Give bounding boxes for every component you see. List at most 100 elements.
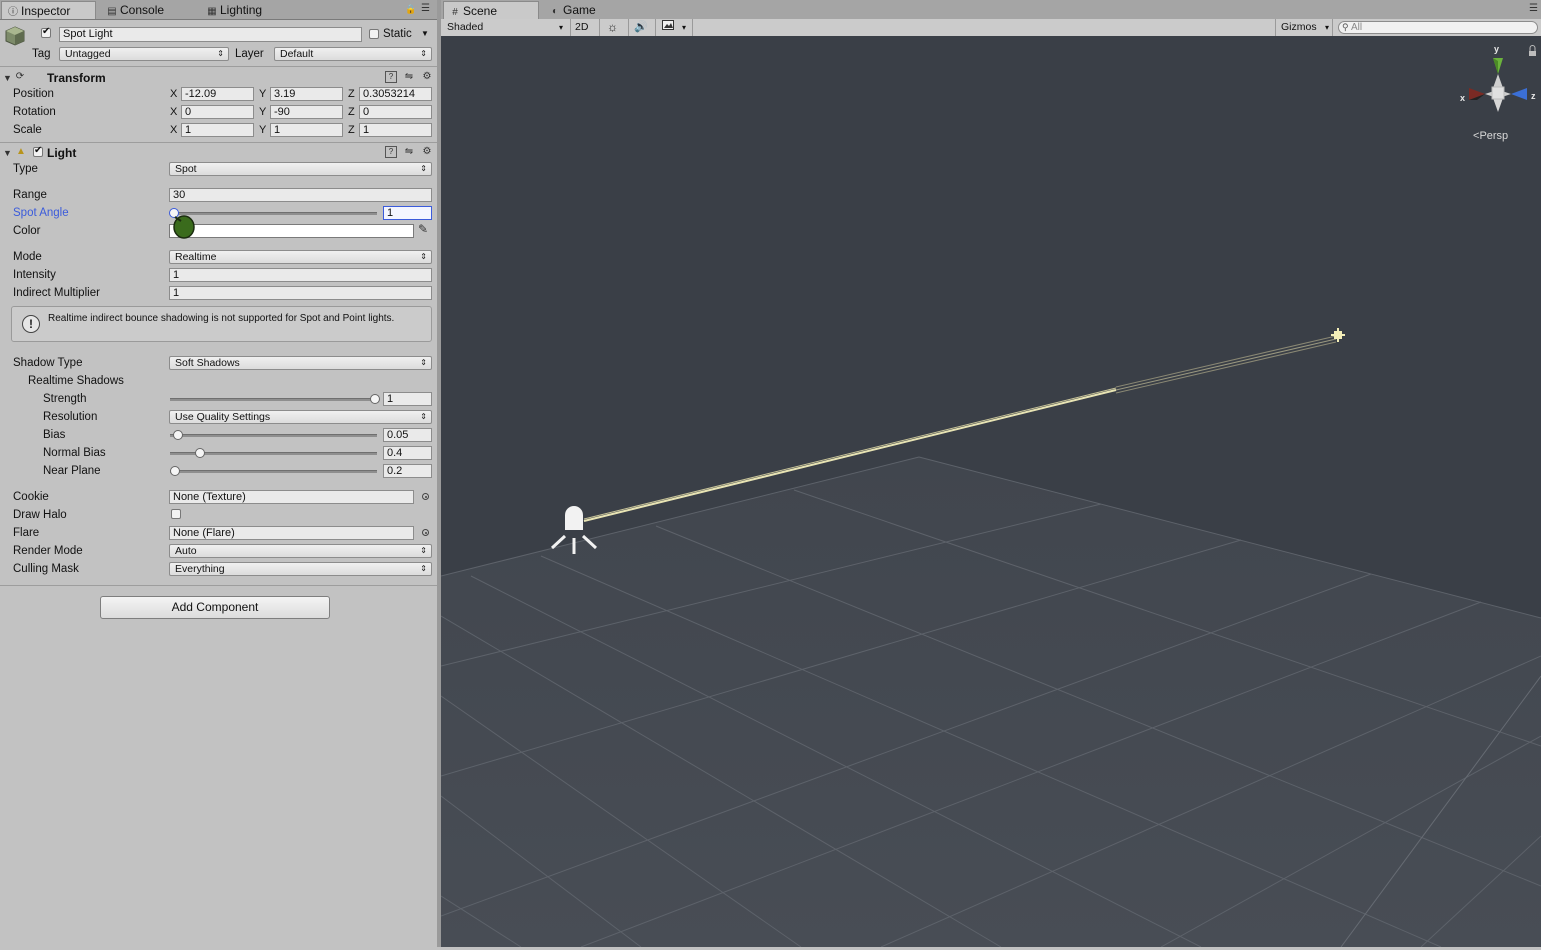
spot-angle-label: Spot Angle <box>13 207 69 219</box>
layer-dropdown[interactable]: Default ⇕ <box>274 47 432 61</box>
help-book-icon[interactable]: ? <box>385 146 397 158</box>
normal-bias-field[interactable]: 0.4 <box>383 446 432 460</box>
strength-field[interactable]: 1 <box>383 392 432 406</box>
scene-viewport[interactable]: y x z <Persp <box>440 36 1541 948</box>
strength-slider-track[interactable] <box>170 398 377 401</box>
lock-icon[interactable]: 🔒 <box>405 4 416 15</box>
tab-scene[interactable]: # Scene <box>443 1 539 19</box>
range-field[interactable]: 30 <box>169 188 432 202</box>
flare-label: Flare <box>13 527 40 539</box>
gizmo-x-label: x <box>1460 93 1466 103</box>
lighting-icon: ▦ <box>207 6 217 17</box>
spot-angle-field[interactable]: 1 <box>383 206 432 220</box>
foldout-arrow-icon[interactable]: ▼ <box>3 148 12 158</box>
position-y-field[interactable]: 3.19 <box>270 87 343 101</box>
shadow-type-dropdown[interactable]: Soft Shadows ⇕ <box>169 356 432 370</box>
active-checkbox[interactable] <box>41 26 51 38</box>
spot-angle-slider-track[interactable] <box>170 212 377 215</box>
near-plane-field[interactable]: 0.2 <box>383 464 432 478</box>
intensity-label: Intensity <box>13 269 56 281</box>
scale-y-field[interactable]: 1 <box>270 123 343 137</box>
chevron-updown-icon: ⇕ <box>420 412 427 421</box>
light-enabled-checkbox[interactable] <box>33 145 43 157</box>
culling-mask-label: Culling Mask <box>13 563 79 575</box>
divider <box>1332 19 1333 36</box>
shading-mode-dropdown[interactable]: Shaded ▾ <box>447 20 565 35</box>
draw-halo-checkbox[interactable] <box>171 509 181 519</box>
light-component-icon: ▲ <box>16 146 26 157</box>
axis-x-label[interactable]: X <box>170 123 177 137</box>
bias-field[interactable]: 0.05 <box>383 428 432 442</box>
position-x-field[interactable]: -12.09 <box>181 87 254 101</box>
gizmo-y-label: y <box>1494 44 1500 54</box>
transform-title: Transform <box>47 71 106 85</box>
range-label: Range <box>13 189 47 201</box>
type-dropdown[interactable]: Spot ⇕ <box>169 162 432 176</box>
audio-icon[interactable]: 🔊 <box>634 20 650 35</box>
panel-menu-icon[interactable]: ☰ <box>421 3 430 14</box>
render-mode-dropdown[interactable]: Auto ⇕ <box>169 544 432 558</box>
intensity-field[interactable]: 1 <box>169 268 432 282</box>
layer-label: Layer <box>235 48 264 60</box>
object-picker-icon[interactable] <box>422 529 429 536</box>
gear-icon[interactable]: ⚙ <box>421 71 433 83</box>
axis-z-label[interactable]: Z <box>348 123 355 137</box>
axis-z-label[interactable]: Z <box>348 105 355 119</box>
axis-y-label[interactable]: Y <box>259 87 266 101</box>
axis-y-label[interactable]: Y <box>259 105 266 119</box>
rotation-x-field[interactable]: 0 <box>181 105 254 119</box>
scene-search-input[interactable]: ⚲ All <box>1338 21 1538 34</box>
2d-toggle[interactable]: 2D <box>575 20 595 35</box>
axis-x-label[interactable]: X <box>170 105 177 119</box>
tab-console[interactable]: ▤ Console <box>107 1 197 19</box>
chevron-down-icon[interactable]: ▾ <box>682 20 690 35</box>
near-plane-slider-thumb[interactable] <box>170 466 180 476</box>
normal-bias-slider-thumb[interactable] <box>195 448 205 458</box>
draw-halo-label: Draw Halo <box>13 509 67 521</box>
eyedropper-icon[interactable]: ✎ <box>418 222 428 236</box>
flare-field[interactable]: None (Flare) <box>169 526 414 540</box>
rotation-y-field[interactable]: -90 <box>270 105 343 119</box>
indirect-multiplier-field[interactable]: 1 <box>169 286 432 300</box>
help-book-icon[interactable]: ? <box>385 71 397 83</box>
chevron-updown-icon: ⇕ <box>420 252 427 261</box>
strength-slider-thumb[interactable] <box>370 394 380 404</box>
add-component-button[interactable]: Add Component <box>100 596 330 619</box>
tag-dropdown[interactable]: Untagged ⇕ <box>59 47 229 61</box>
mode-label: Mode <box>13 251 42 263</box>
position-z-field[interactable]: 0.3053214 <box>359 87 432 101</box>
preset-icon[interactable]: ⇋ <box>403 146 415 158</box>
inspector-tab-bar: ⓘ Inspector ▤ Console ▦ Lighting 🔒 ☰ <box>0 0 437 20</box>
bias-slider-thumb[interactable] <box>173 430 183 440</box>
tab-lighting[interactable]: ▦ Lighting <box>207 1 297 19</box>
panel-menu-icon[interactable]: ☰ <box>1529 3 1538 14</box>
effects-icon[interactable] <box>662 20 676 35</box>
near-plane-slider-track[interactable] <box>170 470 377 473</box>
gameobject-icon <box>4 25 26 47</box>
scale-x-field[interactable]: 1 <box>181 123 254 137</box>
near-plane-label: Near Plane <box>43 465 101 477</box>
static-checkbox[interactable] <box>369 29 379 39</box>
rotation-z-field[interactable]: 0 <box>359 105 432 119</box>
cookie-field[interactable]: None (Texture) <box>169 490 414 504</box>
axis-y-label[interactable]: Y <box>259 123 266 137</box>
object-name-field[interactable]: Spot Light <box>59 27 362 42</box>
projection-toggle[interactable]: <Persp <box>1473 130 1508 142</box>
foldout-arrow-icon[interactable]: ▼ <box>3 73 12 83</box>
scale-z-field[interactable]: 1 <box>359 123 432 137</box>
tab-inspector[interactable]: ⓘ Inspector <box>1 1 96 19</box>
tab-game[interactable]: ◐ Game <box>550 1 630 19</box>
color-swatch[interactable] <box>169 224 414 238</box>
axis-x-label[interactable]: X <box>170 87 177 101</box>
axis-z-label[interactable]: Z <box>348 87 355 101</box>
mode-dropdown[interactable]: Realtime ⇕ <box>169 250 432 264</box>
resolution-dropdown[interactable]: Use Quality Settings ⇕ <box>169 410 432 424</box>
static-dropdown-icon[interactable]: ▼ <box>421 29 429 38</box>
gear-icon[interactable]: ⚙ <box>421 146 433 158</box>
culling-mask-dropdown[interactable]: Everything ⇕ <box>169 562 432 576</box>
preset-icon[interactable]: ⇋ <box>403 71 415 83</box>
gizmos-dropdown[interactable]: Gizmos ▾ <box>1281 20 1329 35</box>
bias-slider-track[interactable] <box>170 434 377 437</box>
scene-lighting-icon[interactable]: ☼ <box>607 20 623 35</box>
object-picker-icon[interactable] <box>422 493 429 500</box>
